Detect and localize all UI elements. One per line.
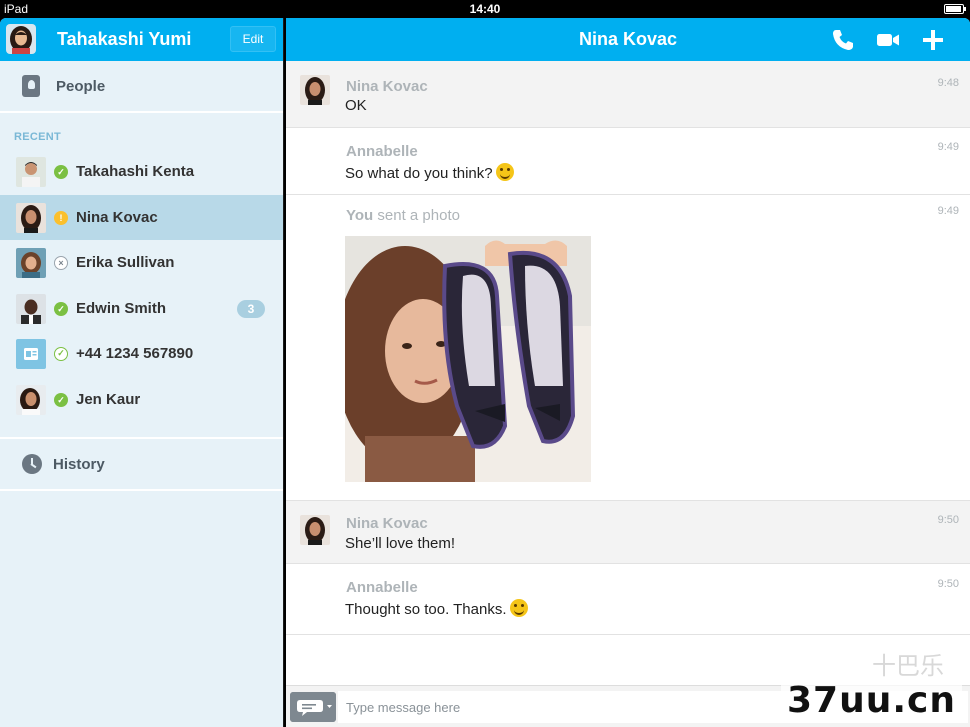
message-sender: Annabelle (346, 143, 418, 160)
online-status-icon: ✓ (54, 165, 68, 179)
contact-takahashi-kenta[interactable]: ✓ Takahashi Kenta (0, 149, 283, 195)
sender-you: You (346, 207, 374, 224)
people-label: People (56, 78, 106, 95)
message-text-content: So what do you think? (345, 165, 493, 182)
call-phone-icon[interactable] (830, 27, 856, 53)
sidebar-header: Tahakashi Yumi Edit (0, 18, 283, 61)
clock-icon (22, 454, 42, 474)
avatar (16, 293, 46, 324)
status-time: 14:40 (469, 2, 501, 16)
history-label: History (53, 456, 105, 473)
message-time: 9:50 (937, 514, 959, 526)
compose-options-button[interactable] (290, 692, 336, 722)
thinking-emoji-icon (495, 163, 514, 181)
online-status-icon: ✓ (54, 392, 68, 407)
contact-name: Nina Kovac (76, 208, 158, 226)
conversation-title: Nina Kovac (578, 29, 678, 49)
recent-section-title: RECENT (14, 131, 62, 143)
add-icon[interactable] (920, 27, 946, 53)
user-avatar[interactable] (6, 24, 36, 54)
message-divider (286, 634, 970, 635)
avatar (300, 515, 330, 545)
sender-action: sent a photo (373, 207, 460, 224)
message-item: Annabelle So what do you think? 9:49 (286, 128, 970, 194)
phone-status-icon: ✓ (54, 347, 68, 361)
unread-count-badge: 3 (237, 299, 265, 318)
message-text: OK (345, 97, 367, 114)
contact-name: Erika Sullivan (76, 254, 175, 271)
contacts-book-icon (22, 75, 40, 97)
message-item: Nina Kovac OK 9:48 (286, 61, 970, 127)
contact-jen-kaur[interactable]: ✓ Jen Kaur (0, 377, 283, 423)
avatar (16, 157, 46, 187)
sidebar-item-history[interactable]: History (0, 437, 283, 491)
message-time: 9:50 (937, 578, 959, 590)
message-text-content: Thought so too. Thanks. (345, 601, 507, 618)
phone-contact-avatar-icon (16, 339, 46, 369)
contact-name: Takahashi Kenta (76, 163, 195, 180)
message-sender: You sent a photo (346, 207, 460, 224)
contact-phone-number[interactable]: ✓ +44 1234 567890 (0, 331, 283, 377)
contact-name: Edwin Smith (76, 299, 166, 317)
contact-list: ✓ Takahashi Kenta ! Nina Kovac × Erika S… (0, 149, 283, 422)
smile-emoji-icon (509, 599, 528, 617)
away-status-icon: ! (54, 210, 68, 225)
contact-nina-kovac[interactable]: ! Nina Kovac (0, 194, 283, 240)
watermark-logo: 37uu.cn (781, 680, 962, 721)
message-text: So what do you think? (345, 163, 514, 182)
edit-button[interactable]: Edit (230, 26, 276, 52)
status-bar: iPad 14:40 (0, 0, 970, 18)
avatar (16, 202, 46, 233)
message-time: 9:48 (937, 77, 959, 89)
avatar (16, 384, 46, 415)
offline-status-icon: × (54, 256, 68, 270)
shared-photo[interactable] (345, 236, 591, 482)
message-item: Nina Kovac She’ll love them! 9:50 (286, 501, 970, 563)
online-status-icon: ✓ (54, 301, 68, 316)
battery-icon (944, 4, 966, 14)
message-item: Annabelle Thought so too. Thanks. 9:50 (286, 564, 970, 634)
ipad-screen: iPad 14:40 Tahakashi Yumi Edit People RE… (0, 0, 970, 727)
sidebar: Tahakashi Yumi Edit People RECENT ✓ Taka… (0, 18, 284, 727)
message-sender: Nina Kovac (346, 515, 428, 532)
conversation-pane: Nina Kovac Nina Kovac OK 9:48 Annabelle … (286, 18, 970, 727)
message-sender: Nina Kovac (346, 78, 428, 95)
contact-erika-sullivan[interactable]: × Erika Sullivan (0, 240, 283, 286)
message-time: 9:49 (937, 141, 959, 153)
contact-name: +44 1234 567890 (76, 345, 194, 362)
user-name[interactable]: Tahakashi Yumi (57, 29, 191, 50)
video-call-icon[interactable] (875, 27, 901, 53)
contact-name: Jen Kaur (76, 390, 141, 408)
watermark-chinese: 十巴乐 (872, 652, 944, 680)
avatar (16, 248, 46, 278)
message-text: Thought so too. Thanks. (345, 599, 528, 618)
message-time: 9:49 (937, 205, 959, 217)
sidebar-item-people[interactable]: People (0, 61, 283, 113)
contact-edwin-smith[interactable]: ✓ Edwin Smith 3 (0, 286, 283, 332)
message-sender: Annabelle (346, 579, 418, 596)
conversation-header: Nina Kovac (286, 18, 970, 61)
message-text: She’ll love them! (345, 535, 456, 552)
avatar (300, 75, 330, 105)
